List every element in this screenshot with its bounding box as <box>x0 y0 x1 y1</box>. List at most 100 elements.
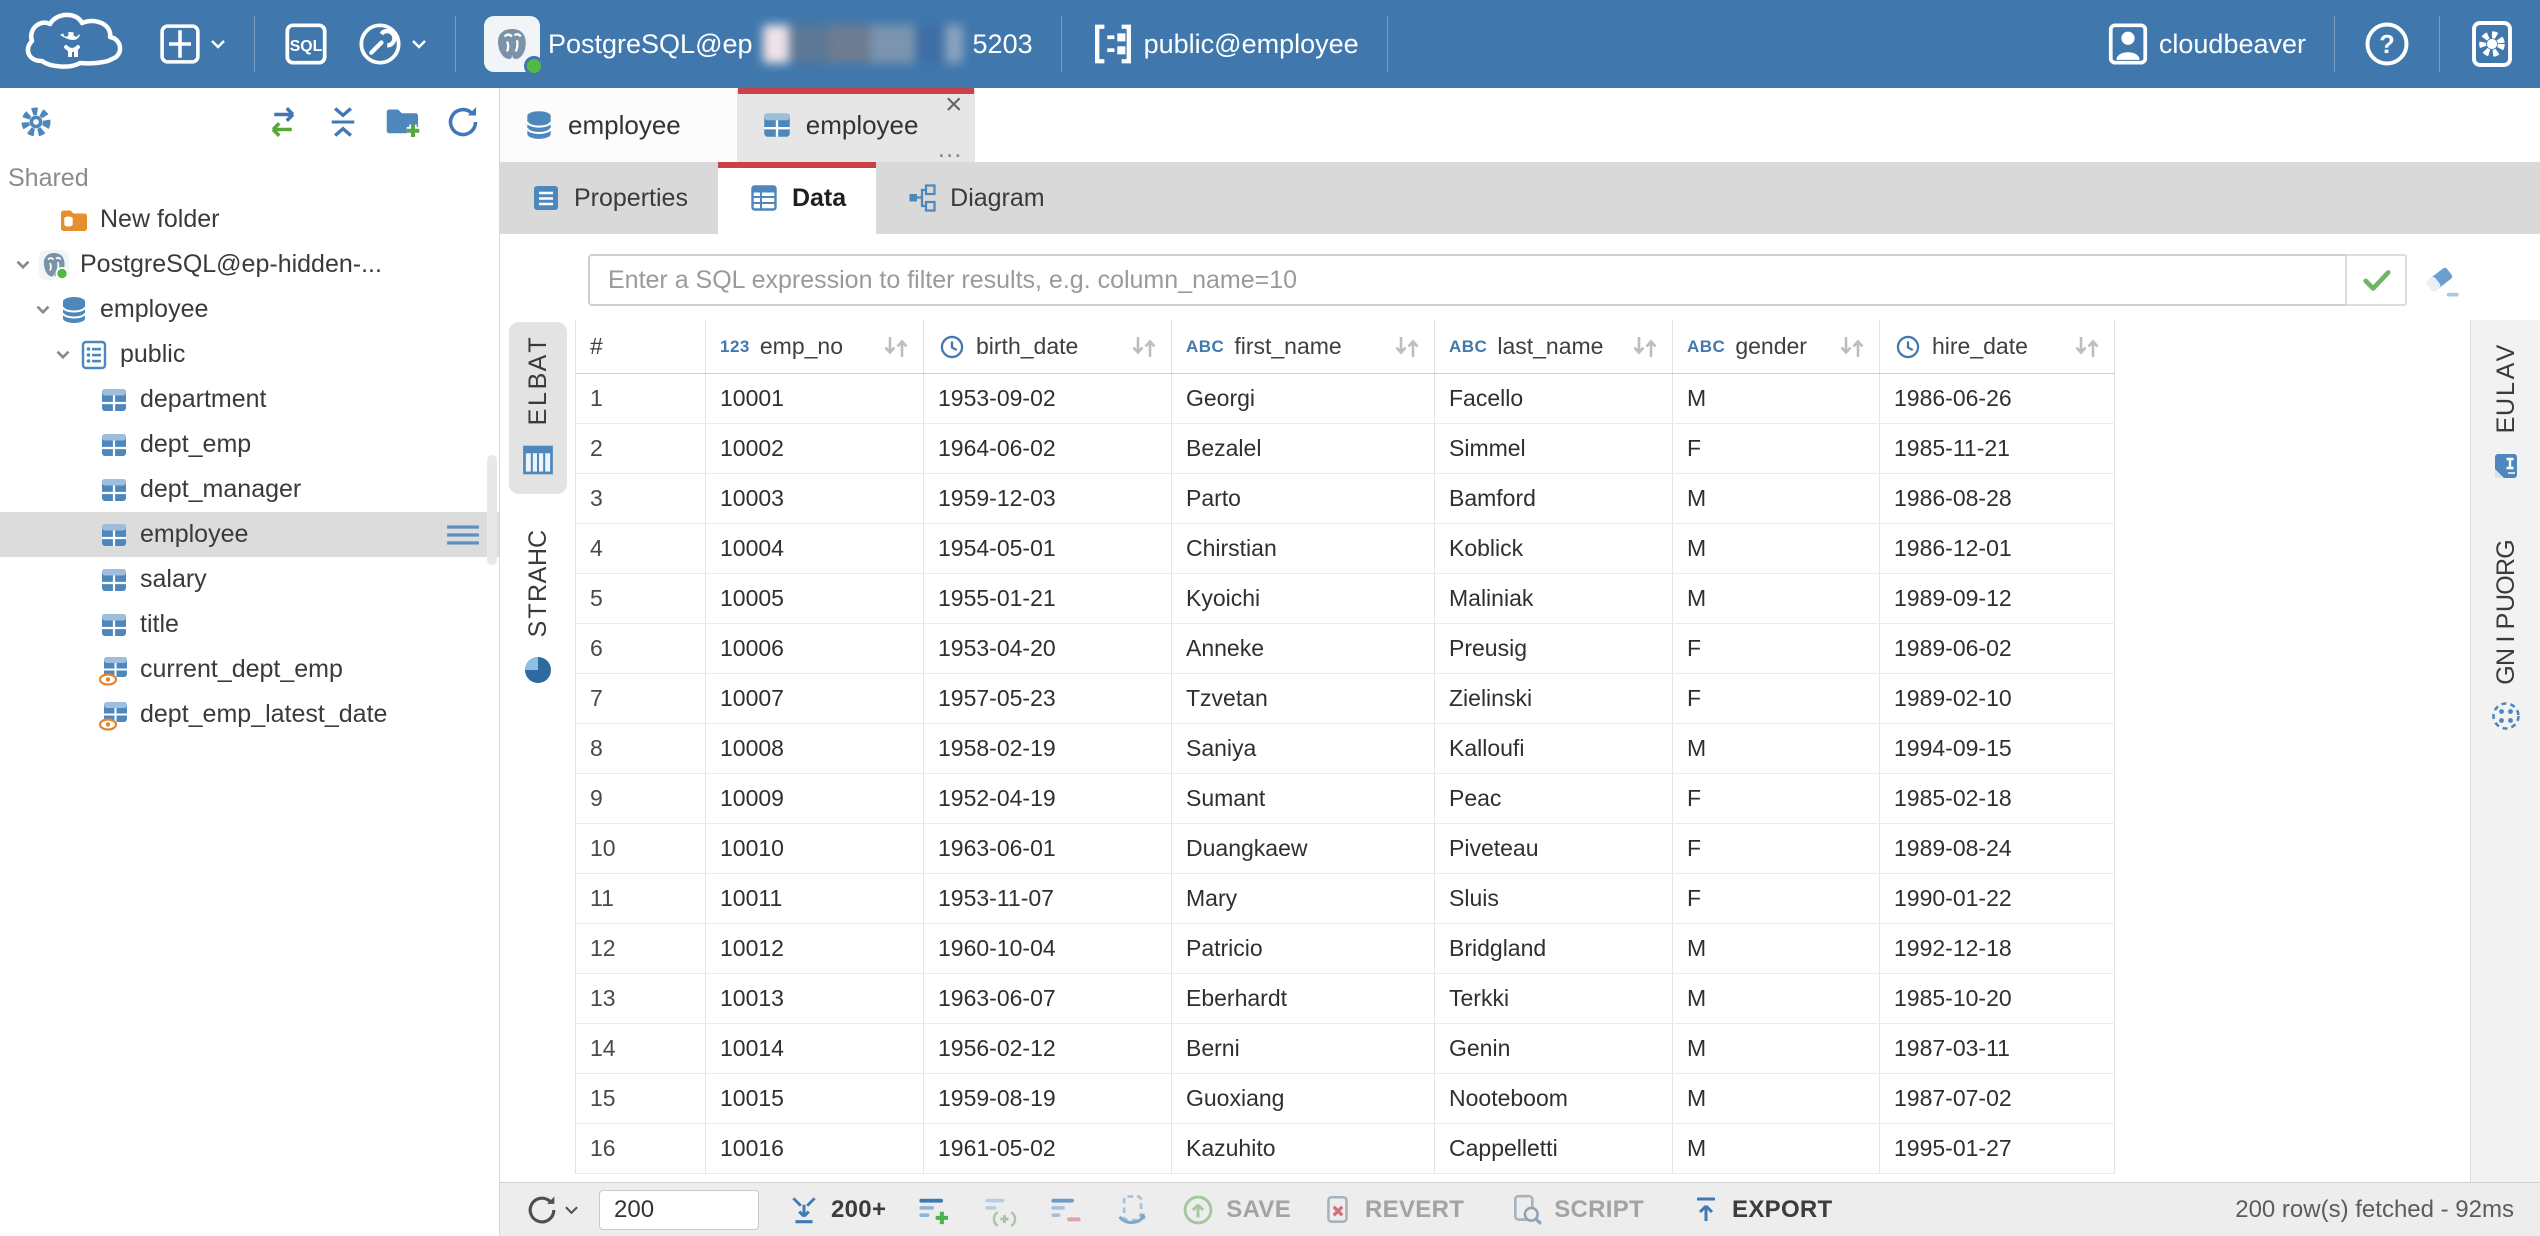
data-cell-last_name[interactable]: Cappelletti <box>1435 1124 1673 1173</box>
data-cell-emp_no[interactable]: 10007 <box>706 674 924 723</box>
delete-row-button[interactable] <box>1048 1192 1084 1228</box>
collapse-all-icon[interactable] <box>321 100 365 144</box>
data-cell-first_name[interactable]: Patricio <box>1172 924 1435 973</box>
data-cell-gender[interactable]: F <box>1673 824 1880 873</box>
expand-chevron-icon[interactable] <box>8 250 38 280</box>
tree-item-department[interactable]: department <box>0 377 499 422</box>
data-cell-first_name[interactable]: Anneke <box>1172 624 1435 673</box>
sort-arrows-icon[interactable] <box>1837 333 1867 361</box>
data-cell-emp_no[interactable]: 10006 <box>706 624 924 673</box>
refresh-results-button[interactable] <box>524 1192 579 1228</box>
close-tab-icon[interactable]: × <box>945 90 963 120</box>
settings-button[interactable] <box>2454 0 2530 88</box>
data-cell-last_name[interactable]: Nooteboom <box>1435 1074 1673 1123</box>
data-cell-last_name[interactable]: Zielinski <box>1435 674 1673 723</box>
user-menu-button[interactable]: cloudbeaver <box>2091 0 2320 88</box>
data-cell-emp_no[interactable]: 10008 <box>706 724 924 773</box>
clear-filter-eraser-icon[interactable] <box>2420 262 2464 300</box>
data-cell-gender[interactable]: M <box>1673 1024 1880 1073</box>
data-cell-first_name[interactable]: Chirstian <box>1172 524 1435 573</box>
sort-arrows-icon[interactable] <box>1129 333 1159 361</box>
add-row-button[interactable] <box>916 1192 952 1228</box>
sync-with-editor-icon[interactable] <box>261 100 305 144</box>
data-cell-gender[interactable]: M <box>1673 1074 1880 1123</box>
data-cell-hire_date[interactable]: 1986-08-28 <box>1880 474 2115 523</box>
column-header-last_name[interactable]: ABClast_name <box>1435 320 1673 373</box>
column-header-hire_date[interactable]: hire_date <box>1880 320 2115 373</box>
sql-editor-button[interactable]: SQL <box>269 0 343 88</box>
tree-item-menu-icon[interactable] <box>445 522 481 548</box>
data-cell-gender[interactable]: M <box>1673 474 1880 523</box>
sort-arrows-icon[interactable] <box>1392 333 1422 361</box>
data-cell-emp_no[interactable]: 10011 <box>706 874 924 923</box>
new-connection-button[interactable] <box>144 0 240 88</box>
export-button[interactable]: EXPORT <box>1690 1194 1832 1226</box>
row-number-cell[interactable]: 8 <box>576 724 706 773</box>
data-cell-hire_date[interactable]: 1989-09-12 <box>1880 574 2115 623</box>
row-number-cell[interactable]: 14 <box>576 1024 706 1073</box>
data-cell-emp_no[interactable]: 10016 <box>706 1124 924 1173</box>
data-cell-emp_no[interactable]: 10014 <box>706 1024 924 1073</box>
panel-tab-grouping[interactable]: GROUPING <box>2476 526 2536 748</box>
tab-data[interactable]: Data <box>718 162 876 234</box>
data-cell-gender[interactable]: F <box>1673 424 1880 473</box>
data-cell-first_name[interactable]: Kyoichi <box>1172 574 1435 623</box>
data-cell-gender[interactable]: F <box>1673 674 1880 723</box>
panel-tab-value[interactable]: VALUE <box>2476 330 2536 498</box>
data-cell-first_name[interactable]: Kazuhito <box>1172 1124 1435 1173</box>
data-cell-last_name[interactable]: Preusig <box>1435 624 1673 673</box>
tree-item-dept-manager[interactable]: dept_manager <box>0 467 499 512</box>
tab-employee-connection[interactable]: employee <box>500 88 738 162</box>
data-cell-first_name[interactable]: Duangkaew <box>1172 824 1435 873</box>
data-cell-hire_date[interactable]: 1990-01-22 <box>1880 874 2115 923</box>
script-button[interactable]: SCRIPT <box>1510 1193 1644 1227</box>
row-number-cell[interactable]: 4 <box>576 524 706 573</box>
data-cell-gender[interactable]: M <box>1673 1124 1880 1173</box>
tab-employee-table[interactable]: employee × ... <box>738 88 976 162</box>
data-cell-hire_date[interactable]: 1994-09-15 <box>1880 724 2115 773</box>
data-cell-last_name[interactable]: Bamford <box>1435 474 1673 523</box>
tree-item-employee[interactable]: employee <box>0 512 499 557</box>
tree-item-public[interactable]: public <box>0 332 499 377</box>
data-cell-birth_date[interactable]: 1953-09-02 <box>924 374 1172 423</box>
row-number-cell[interactable]: 13 <box>576 974 706 1023</box>
data-cell-birth_date[interactable]: 1959-12-03 <box>924 474 1172 523</box>
data-cell-gender[interactable]: M <box>1673 524 1880 573</box>
tree-item-employee[interactable]: employee <box>0 287 499 332</box>
row-number-cell[interactable]: 11 <box>576 874 706 923</box>
data-cell-emp_no[interactable]: 10005 <box>706 574 924 623</box>
column-header-birth_date[interactable]: birth_date <box>924 320 1172 373</box>
data-cell-first_name[interactable]: Parto <box>1172 474 1435 523</box>
row-limit-input[interactable] <box>599 1190 759 1230</box>
data-cell-last_name[interactable]: Kalloufi <box>1435 724 1673 773</box>
data-cell-birth_date[interactable]: 1964-06-02 <box>924 424 1172 473</box>
data-cell-gender[interactable]: F <box>1673 874 1880 923</box>
tab-diagram[interactable]: Diagram <box>876 162 1074 234</box>
data-cell-hire_date[interactable]: 1986-12-01 <box>1880 524 2115 573</box>
data-cell-gender[interactable]: F <box>1673 624 1880 673</box>
data-cell-emp_no[interactable]: 10009 <box>706 774 924 823</box>
revert-button[interactable]: REVERT <box>1321 1193 1464 1227</box>
row-number-cell[interactable]: 6 <box>576 624 706 673</box>
data-cell-first_name[interactable]: Saniya <box>1172 724 1435 773</box>
row-number-cell[interactable]: 2 <box>576 424 706 473</box>
data-cell-birth_date[interactable]: 1960-10-04 <box>924 924 1172 973</box>
row-number-cell[interactable]: 16 <box>576 1124 706 1173</box>
data-cell-first_name[interactable]: Eberhardt <box>1172 974 1435 1023</box>
expand-chevron-icon[interactable] <box>48 340 78 370</box>
help-button[interactable]: ? <box>2349 0 2425 88</box>
data-cell-hire_date[interactable]: 1989-02-10 <box>1880 674 2115 723</box>
data-cell-first_name[interactable]: Berni <box>1172 1024 1435 1073</box>
data-cell-birth_date[interactable]: 1959-08-19 <box>924 1074 1172 1123</box>
row-number-cell[interactable]: 1 <box>576 374 706 423</box>
data-cell-birth_date[interactable]: 1961-05-02 <box>924 1124 1172 1173</box>
data-cell-first_name[interactable]: Bezalel <box>1172 424 1435 473</box>
tree-item-current-dept-emp[interactable]: current_dept_emp <box>0 647 499 692</box>
presentation-tab-charts[interactable]: CHARTS <box>509 516 567 702</box>
data-cell-birth_date[interactable]: 1963-06-07 <box>924 974 1172 1023</box>
tree-item-dept-emp[interactable]: dept_emp <box>0 422 499 467</box>
data-cell-emp_no[interactable]: 10003 <box>706 474 924 523</box>
column-header-gender[interactable]: ABCgender <box>1673 320 1880 373</box>
data-cell-emp_no[interactable]: 10001 <box>706 374 924 423</box>
data-cell-hire_date[interactable]: 1985-10-20 <box>1880 974 2115 1023</box>
